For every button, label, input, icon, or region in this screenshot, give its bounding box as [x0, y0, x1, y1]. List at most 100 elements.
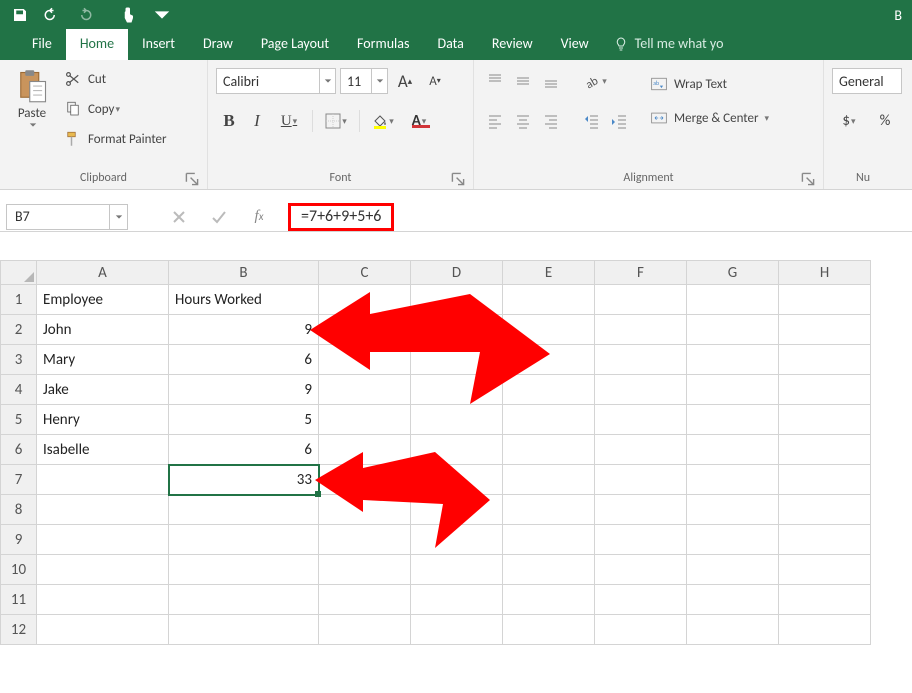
cell-B9[interactable]: [169, 525, 319, 555]
cell-G1[interactable]: [687, 285, 779, 315]
cell-H1[interactable]: [779, 285, 871, 315]
cell-H2[interactable]: [779, 315, 871, 345]
cell-G11[interactable]: [687, 585, 779, 615]
cell-E9[interactable]: [503, 525, 595, 555]
formula-bar[interactable]: =7+6+9+5+6: [288, 203, 394, 231]
cell-C10[interactable]: [319, 555, 411, 585]
cell-G5[interactable]: [687, 405, 779, 435]
row-head-10[interactable]: 10: [1, 555, 37, 585]
row-head-2[interactable]: 2: [1, 315, 37, 345]
borders-button[interactable]: ▾: [319, 108, 353, 134]
accounting-format-button[interactable]: $▾: [832, 108, 866, 134]
cell-A1[interactable]: Employee: [37, 285, 169, 315]
cell-H3[interactable]: [779, 345, 871, 375]
qat-customize-button[interactable]: [150, 3, 174, 27]
cell-B6[interactable]: 6: [169, 435, 319, 465]
touch-mode-button[interactable]: [118, 3, 142, 27]
row-head-1[interactable]: 1: [1, 285, 37, 315]
cell-G9[interactable]: [687, 525, 779, 555]
underline-button[interactable]: U▾: [272, 108, 306, 134]
font-color-button[interactable]: A ▾: [402, 108, 436, 134]
cell-B5[interactable]: 5: [169, 405, 319, 435]
cell-H7[interactable]: [779, 465, 871, 495]
cell-H9[interactable]: [779, 525, 871, 555]
col-head-E[interactable]: E: [503, 261, 595, 285]
cell-D6[interactable]: [411, 435, 503, 465]
cell-A3[interactable]: Mary: [37, 345, 169, 375]
tab-draw[interactable]: Draw: [189, 29, 247, 60]
chevron-down-icon[interactable]: [109, 205, 127, 229]
row-head-12[interactable]: 12: [1, 615, 37, 645]
save-button[interactable]: [8, 3, 32, 27]
increase-font-size-button[interactable]: A▴: [392, 68, 418, 94]
fill-color-button[interactable]: ▾: [366, 108, 400, 134]
cell-C6[interactable]: [319, 435, 411, 465]
cell-H5[interactable]: [779, 405, 871, 435]
cell-E2[interactable]: [503, 315, 595, 345]
align-left-button[interactable]: [482, 108, 508, 134]
font-name-combo[interactable]: Calibri: [216, 68, 336, 94]
font-size-combo[interactable]: 11: [340, 68, 388, 94]
col-head-C[interactable]: C: [319, 261, 411, 285]
cell-E3[interactable]: [503, 345, 595, 375]
cell-C11[interactable]: [319, 585, 411, 615]
redo-button[interactable]: [72, 3, 96, 27]
font-launcher[interactable]: [451, 172, 465, 186]
align-middle-button[interactable]: [510, 68, 536, 94]
cell-A11[interactable]: [37, 585, 169, 615]
cell-E11[interactable]: [503, 585, 595, 615]
cell-B8[interactable]: [169, 495, 319, 525]
cut-button[interactable]: Cut: [60, 66, 171, 92]
italic-button[interactable]: I: [244, 108, 270, 134]
cell-H11[interactable]: [779, 585, 871, 615]
cell-D5[interactable]: [411, 405, 503, 435]
row-head-7[interactable]: 7: [1, 465, 37, 495]
tab-file[interactable]: File: [18, 29, 66, 60]
cell-D2[interactable]: [411, 315, 503, 345]
cell-A5[interactable]: Henry: [37, 405, 169, 435]
cell-A7[interactable]: [37, 465, 169, 495]
copy-button[interactable]: Copy ▾: [60, 96, 171, 122]
cell-C12[interactable]: [319, 615, 411, 645]
cell-B10[interactable]: [169, 555, 319, 585]
cell-H12[interactable]: [779, 615, 871, 645]
align-bottom-button[interactable]: [538, 68, 564, 94]
cell-F3[interactable]: [595, 345, 687, 375]
cell-G12[interactable]: [687, 615, 779, 645]
undo-button[interactable]: [40, 3, 64, 27]
cell-A10[interactable]: [37, 555, 169, 585]
align-center-button[interactable]: [510, 108, 536, 134]
tab-formulas[interactable]: Formulas: [343, 29, 423, 60]
row-head-4[interactable]: 4: [1, 375, 37, 405]
cell-H4[interactable]: [779, 375, 871, 405]
cell-B11[interactable]: [169, 585, 319, 615]
cell-C1[interactable]: [319, 285, 411, 315]
increase-indent-button[interactable]: [606, 108, 632, 134]
tellme-search[interactable]: Tell me what yo: [603, 29, 734, 60]
select-all-corner[interactable]: [1, 261, 37, 285]
cell-F12[interactable]: [595, 615, 687, 645]
paste-button[interactable]: Paste: [8, 64, 56, 129]
cell-B2[interactable]: 9: [169, 315, 319, 345]
enter-formula-button[interactable]: [208, 206, 230, 228]
cell-B7[interactable]: 33: [169, 465, 319, 495]
cell-E8[interactable]: [503, 495, 595, 525]
cell-C4[interactable]: [319, 375, 411, 405]
name-box[interactable]: B7: [6, 204, 128, 230]
cell-C8[interactable]: [319, 495, 411, 525]
cell-E1[interactable]: [503, 285, 595, 315]
cell-F11[interactable]: [595, 585, 687, 615]
row-head-9[interactable]: 9: [1, 525, 37, 555]
cell-A6[interactable]: Isabelle: [37, 435, 169, 465]
cell-F10[interactable]: [595, 555, 687, 585]
cell-C2[interactable]: [319, 315, 411, 345]
cell-F4[interactable]: [595, 375, 687, 405]
cell-A8[interactable]: [37, 495, 169, 525]
cell-D8[interactable]: [411, 495, 503, 525]
cell-H6[interactable]: [779, 435, 871, 465]
grid-table[interactable]: A B C D E F G H 1 Employee Hours Worked …: [0, 260, 871, 645]
number-format-combo[interactable]: General: [832, 68, 902, 94]
cell-D3[interactable]: [411, 345, 503, 375]
cell-A4[interactable]: Jake: [37, 375, 169, 405]
cell-G8[interactable]: [687, 495, 779, 525]
